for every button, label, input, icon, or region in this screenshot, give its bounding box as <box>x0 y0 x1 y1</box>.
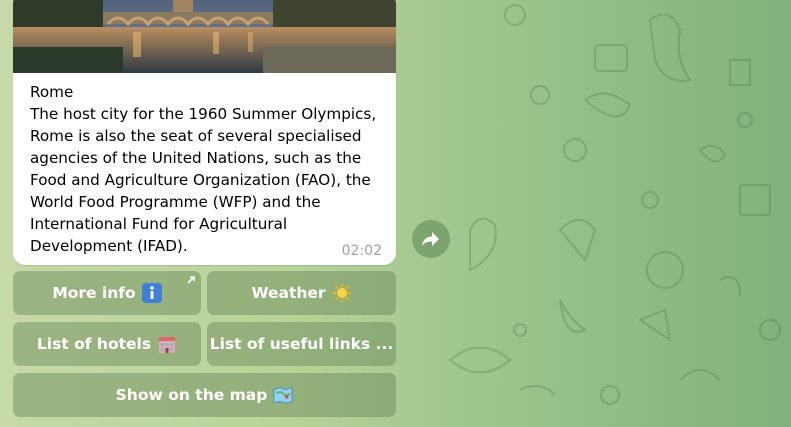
hotels-button[interactable]: List of hotels <box>13 322 201 366</box>
message-text: Rome The host city for the 1960 Summer O… <box>30 81 380 257</box>
useful-links-button[interactable]: List of useful links ... <box>207 322 396 366</box>
message-body: The host city for the 1960 Summer Olympi… <box>30 105 377 255</box>
show-on-map-button[interactable]: Show on the map <box>13 373 396 417</box>
show-on-map-label: Show on the map <box>115 386 268 404</box>
message-time: 02:02 <box>341 243 382 259</box>
share-icon <box>422 232 439 246</box>
sun-icon <box>332 284 351 302</box>
hotel-icon <box>159 337 176 353</box>
rome-photo <box>13 0 396 73</box>
share-button[interactable] <box>412 220 450 258</box>
weather-label: Weather <box>251 284 326 302</box>
message-title: Rome <box>30 83 74 101</box>
external-link-icon <box>187 276 195 284</box>
map-icon <box>273 387 293 404</box>
useful-links-label: List of useful links ... <box>209 335 394 353</box>
weather-button[interactable]: Weather <box>207 271 396 315</box>
more-info-button[interactable]: More info <box>13 271 201 315</box>
info-icon <box>141 283 162 303</box>
more-info-label: More info <box>52 284 136 302</box>
message-bubble: Rome The host city for the 1960 Summer O… <box>13 0 396 265</box>
hotels-label: List of hotels <box>36 335 152 353</box>
